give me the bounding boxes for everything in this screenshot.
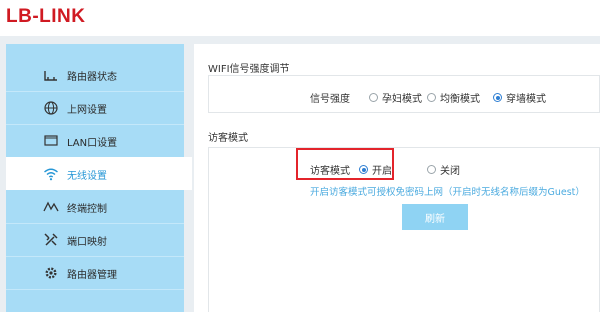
sidebar-item-router-management[interactable]: 路由器管理 [6,256,184,289]
sidebar-item-label: 上网设置 [67,105,107,116]
wifi-strength-panel: 信号强度 孕妇模式 均衡模式 穿墙模式 [208,75,600,113]
sidebar-item-label: 无线设置 [67,171,107,182]
router-icon [43,67,59,83]
wifi-strength-title: WIFI信号强度调节 [208,64,290,75]
sidebar-item-label: 路由器管理 [67,270,117,281]
sidebar-item-internet[interactable]: 上网设置 [6,91,184,124]
globe-icon [43,100,59,116]
signal-wave-icon [43,199,59,215]
main-content: WIFI信号强度调节 信号强度 孕妇模式 均衡模式 穿墙模式 访客模式 访客模式… [194,44,600,312]
tools-icon [43,232,59,248]
sidebar-item-label: 终端控制 [67,204,107,215]
refresh-button[interactable]: 刷新 [402,204,468,230]
sidebar-item-router-status[interactable]: 路由器状态 [6,58,184,91]
sidebar-item-label: 端口映射 [67,237,107,248]
brand-logo[interactable]: LB-LINK [6,6,85,28]
radio-dot[interactable] [427,165,436,174]
signal-strength-label: 信号强度 [310,94,350,105]
gear-icon [43,265,59,281]
radio-guest-off[interactable]: 关闭 [427,162,460,177]
sidebar-item-label: LAN口设置 [67,138,118,149]
sidebar: 路由器状态 上网设置 LAN口设置 无线设置 终端控制 端口映射 路由器管理 [6,44,192,312]
sidebar-item-label: 路由器状态 [67,72,117,83]
sidebar-item-lan[interactable]: LAN口设置 [6,124,184,157]
radio-balanced-mode[interactable]: 均衡模式 [427,90,480,105]
wifi-icon [43,166,59,182]
radio-wall-mode[interactable]: 穿墙模式 [493,90,546,105]
highlight-annotation-box [296,148,394,180]
sidebar-item-wireless[interactable]: 无线设置 [6,157,192,190]
radio-dot[interactable] [427,93,436,102]
guest-mode-title: 访客模式 [208,133,248,144]
radio-pregnant-mode[interactable]: 孕妇模式 [369,90,422,105]
guest-mode-hint: 开启访客模式可授权免密码上网（开启时无线名称后缀为Guest） [310,187,585,198]
header: LB-LINK [0,0,600,36]
radio-dot[interactable] [369,93,378,102]
divider [6,289,184,290]
sidebar-item-terminal-control[interactable]: 终端控制 [6,190,184,223]
monitor-icon [43,133,59,149]
radio-dot-selected[interactable] [493,93,502,102]
sidebar-item-port-mapping[interactable]: 端口映射 [6,223,184,256]
